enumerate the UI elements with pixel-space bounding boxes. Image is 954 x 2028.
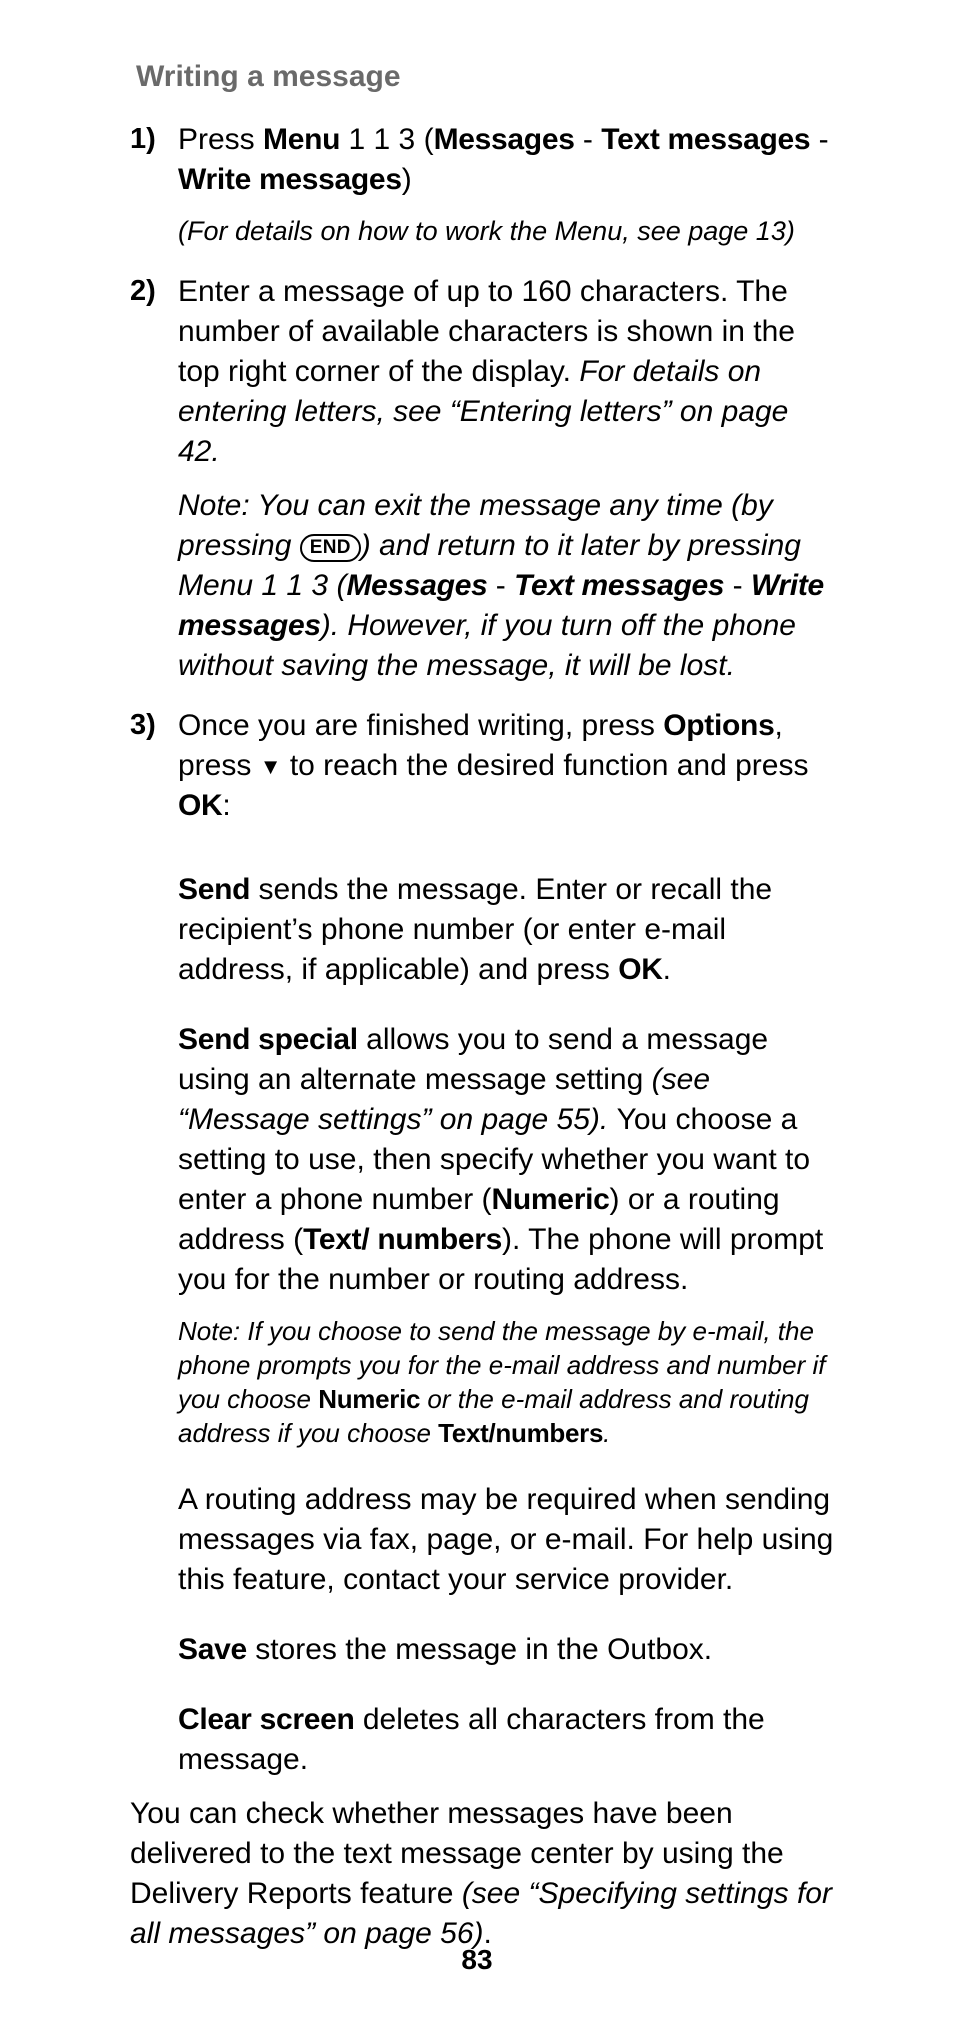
step-3-instruction: Once you are finished writing, press Opt…	[178, 706, 834, 826]
numeric-label: Numeric	[492, 1183, 610, 1216]
text-numbers-label: Text/numbers	[438, 1418, 603, 1448]
step-2: 2) Enter a message of up to 160 characte…	[130, 272, 834, 700]
send-special-label: Send special	[178, 1023, 358, 1056]
manual-page: Writing a message 1) Press Menu 1 1 3 (M…	[0, 0, 954, 2028]
text: .	[663, 953, 671, 986]
menu-path-item: Messages	[434, 123, 575, 156]
menu-path-item: Text messages	[514, 569, 724, 602]
send-description: Send sends the message. Enter or recall …	[178, 870, 834, 990]
separator: -	[724, 569, 751, 602]
numeric-label: Numeric	[318, 1384, 420, 1414]
step-1-instruction: Press Menu 1 1 3 (Messages - Text messag…	[178, 120, 834, 200]
clear-screen-label: Clear screen	[178, 1703, 355, 1736]
separator: -	[575, 123, 602, 156]
step-list: 1) Press Menu 1 1 3 (Messages - Text mes…	[130, 120, 834, 840]
step-1: 1) Press Menu 1 1 3 (Messages - Text mes…	[130, 120, 834, 266]
step-2-body: Enter a message of up to 160 characters.…	[178, 272, 834, 700]
end-key-icon: END	[300, 534, 361, 562]
text: to reach the desired function and press	[281, 749, 808, 782]
text: .	[603, 1418, 610, 1448]
send-special-description: Send special allows you to send a messag…	[178, 1020, 834, 1300]
step-2-note: Note: You can exit the message any time …	[178, 486, 834, 686]
text: stores the message in the Outbox.	[247, 1633, 712, 1666]
ok-label: OK	[178, 789, 222, 822]
step-2-instruction: Enter a message of up to 160 characters.…	[178, 272, 834, 472]
menu-label: Menu	[263, 123, 340, 156]
text: Once you are finished writing, press	[178, 709, 663, 742]
page-number: 83	[0, 1944, 954, 1976]
menu-path-item: Text messages	[601, 123, 810, 156]
step-1-note: (For details on how to work the Menu, se…	[178, 214, 834, 248]
options-label: Options	[663, 709, 774, 742]
save-label: Save	[178, 1633, 247, 1666]
text: Press	[178, 123, 263, 156]
step-3-body: Once you are finished writing, press Opt…	[178, 706, 834, 840]
text: sends the message. Enter or recall the r…	[178, 873, 772, 986]
text-numbers-label: Text/ numbers	[303, 1223, 502, 1256]
menu-path-item: Write messages	[178, 163, 402, 196]
email-note: Note: If you choose to send the message …	[178, 1314, 834, 1450]
text: :	[222, 789, 230, 822]
text: )	[402, 163, 412, 196]
section-heading: Writing a message	[136, 60, 834, 94]
step-1-body: Press Menu 1 1 3 (Messages - Text messag…	[178, 120, 834, 266]
ok-label: OK	[618, 953, 662, 986]
routing-description: A routing address may be required when s…	[178, 1480, 834, 1600]
clear-screen-description: Clear screen deletes all characters from…	[178, 1700, 854, 1780]
step-2-number: 2)	[130, 272, 178, 700]
closing-paragraph: You can check whether messages have been…	[130, 1794, 834, 1954]
separator: -	[810, 123, 828, 156]
down-arrow-icon: ▼	[260, 756, 282, 778]
save-description: Save stores the message in the Outbox.	[178, 1630, 834, 1670]
step-3-number: 3)	[130, 706, 178, 840]
text: 1 1 3 (	[340, 123, 433, 156]
step-1-number: 1)	[130, 120, 178, 266]
separator: -	[487, 569, 514, 602]
send-label: Send	[178, 873, 250, 906]
menu-path-item: Messages	[346, 569, 487, 602]
step-3: 3) Once you are finished writing, press …	[130, 706, 834, 840]
